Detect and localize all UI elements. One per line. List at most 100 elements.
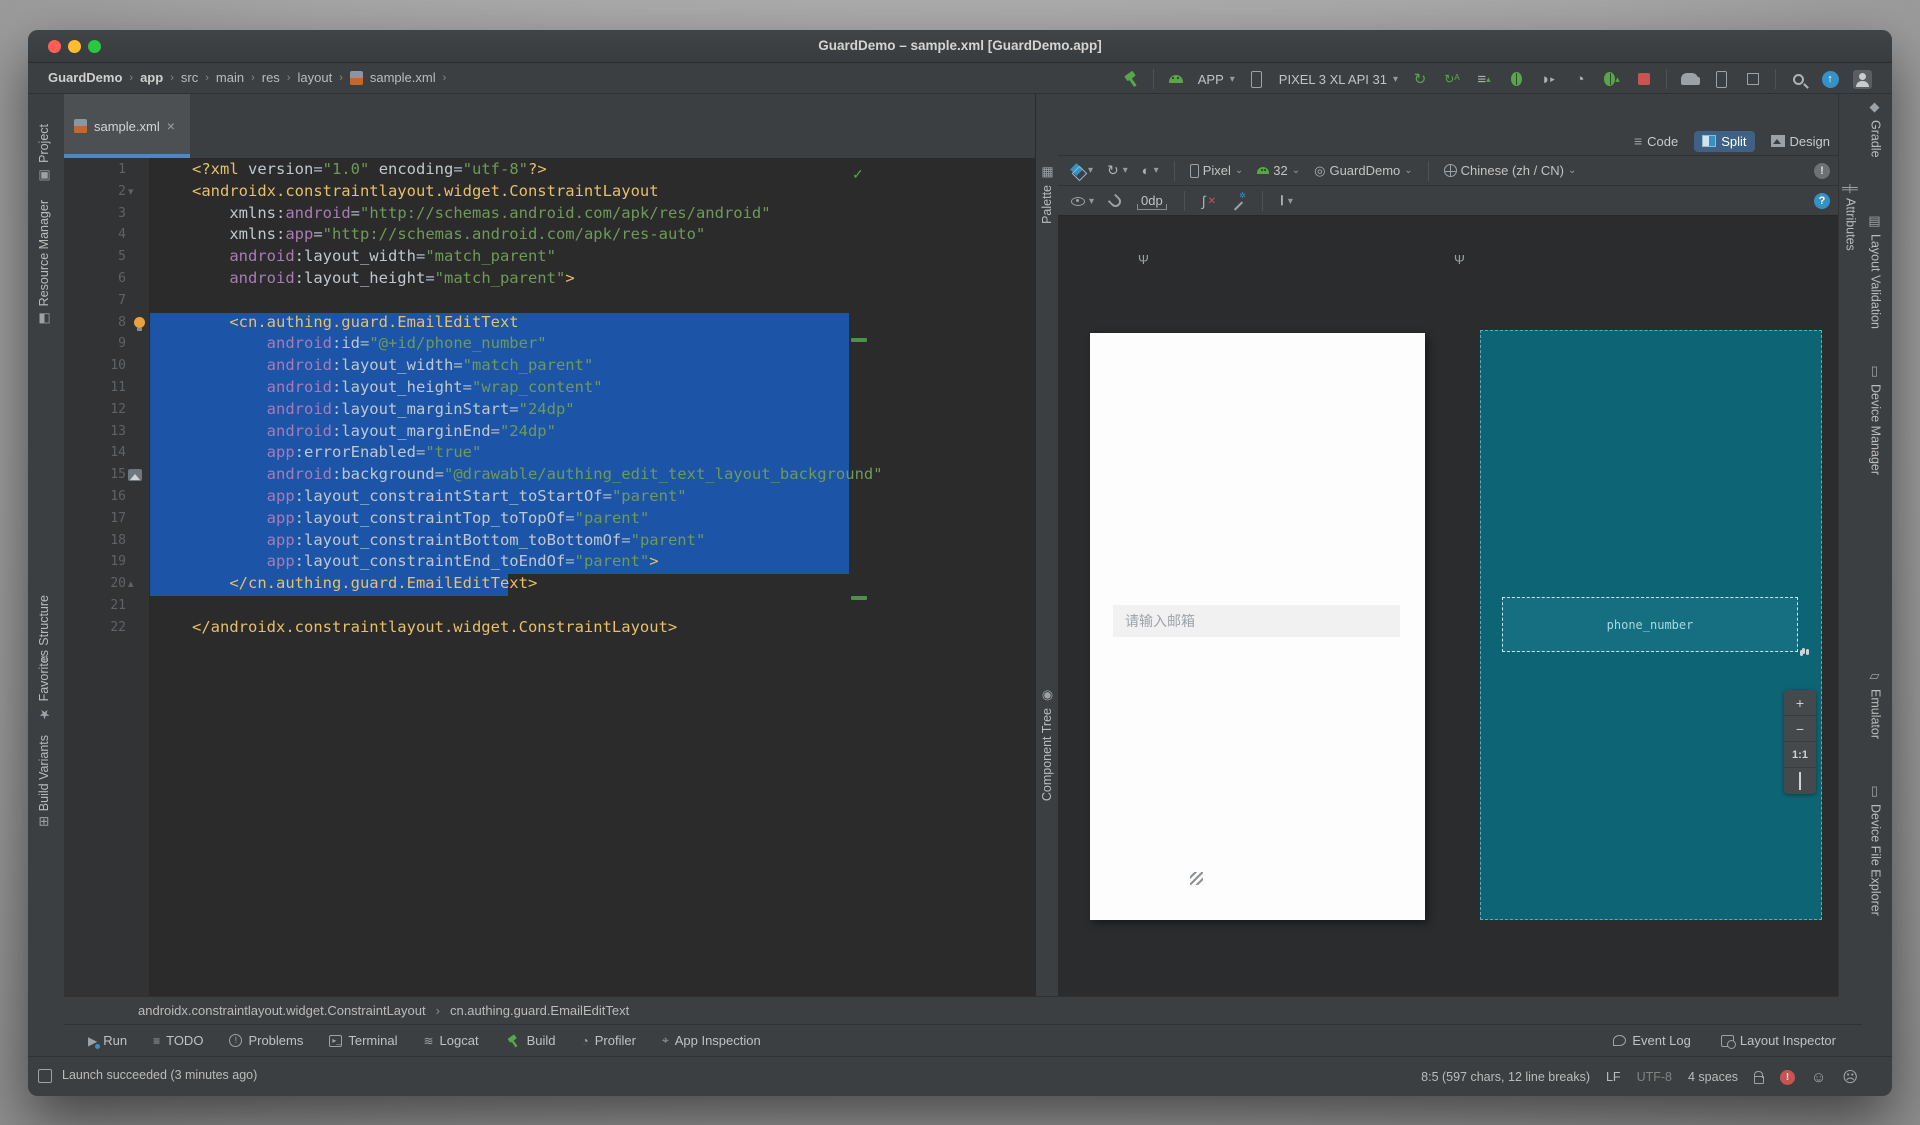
line-number[interactable]: 1 bbox=[86, 162, 126, 177]
code-line[interactable]: app:layout_constraintEnd_toEndOf="parent… bbox=[150, 552, 1035, 574]
sdk-manager-icon[interactable] bbox=[1740, 68, 1766, 90]
code-line[interactable]: android:layout_marginEnd="24dp" bbox=[150, 422, 1035, 444]
gutter-row[interactable]: 22 bbox=[64, 618, 150, 640]
error-notification-icon[interactable]: ! bbox=[1780, 1069, 1796, 1085]
breadcrumb-item-guarddemo[interactable]: GuardDemo bbox=[48, 70, 122, 85]
line-number[interactable]: 13 bbox=[86, 424, 126, 439]
line-number[interactable]: 17 bbox=[86, 511, 126, 526]
line-number[interactable]: 16 bbox=[86, 489, 126, 504]
code-line[interactable]: android:layout_height="wrap_content" bbox=[150, 378, 1035, 400]
code-line[interactable] bbox=[150, 596, 1035, 618]
intention-bulb-icon[interactable] bbox=[134, 316, 145, 331]
gutter-row[interactable]: 6 bbox=[64, 269, 150, 291]
status-message[interactable]: Launch succeeded (3 minutes ago) bbox=[62, 1068, 257, 1082]
sidebar-item-layout-validation[interactable]: ▤ Layout Validation bbox=[1868, 214, 1883, 329]
design-surface-select-icon[interactable]: ▾ bbox=[1066, 162, 1098, 179]
zoom-in-button[interactable]: + bbox=[1784, 690, 1816, 716]
gutter-row[interactable]: 3 bbox=[64, 204, 150, 226]
code-line[interactable]: <androidx.constraintlayout.widget.Constr… bbox=[150, 182, 1035, 204]
profiler-icon[interactable]: ◔ bbox=[1567, 68, 1593, 90]
code-line[interactable]: </cn.authing.guard.EmailEditText> bbox=[150, 574, 1035, 596]
tool-window-button-profiler[interactable]: ◔ Profiler bbox=[582, 1033, 636, 1048]
line-number[interactable]: 6 bbox=[86, 271, 126, 286]
theme-select[interactable]: ◎ GuardDemo ⌄ bbox=[1309, 161, 1418, 181]
code-line[interactable] bbox=[150, 291, 1035, 313]
line-number[interactable]: 21 bbox=[86, 598, 126, 613]
apply-code-changes-icon[interactable]: ↻ᴬ bbox=[1439, 68, 1465, 90]
attach-debugger-icon[interactable]: ◗ ▸ bbox=[1535, 68, 1561, 90]
component-tree-tab[interactable]: ◉ Component Tree bbox=[1039, 688, 1054, 801]
run-profiler-tasks-icon[interactable]: ≡ ▴ bbox=[1471, 68, 1497, 90]
search-everywhere-icon[interactable] bbox=[1785, 68, 1811, 90]
palette-tab[interactable]: ▦ Palette bbox=[1039, 165, 1054, 224]
encoding-widget[interactable]: UTF-8 bbox=[1637, 1070, 1672, 1084]
code-line[interactable]: android:background="@drawable/authing_ed… bbox=[150, 465, 1035, 487]
tab-sample-xml[interactable]: sample.xml × bbox=[64, 94, 190, 158]
breadcrumb-item-layout[interactable]: layout bbox=[297, 70, 332, 85]
sidebar-item-gradle[interactable]: ◆ Gradle bbox=[1868, 100, 1883, 158]
code-line[interactable]: xmlns:app="http://schemas.android.com/ap… bbox=[150, 225, 1035, 247]
help-icon[interactable]: ? bbox=[1814, 193, 1830, 209]
tool-window-button-terminal[interactable]: ▸_ Terminal bbox=[329, 1033, 397, 1048]
line-number[interactable]: 2 bbox=[86, 184, 126, 199]
debug-icon[interactable] bbox=[1503, 68, 1529, 90]
breadcrumb-item-app[interactable]: app bbox=[140, 70, 163, 85]
gutter-row[interactable]: 18 bbox=[64, 531, 150, 553]
target-device-select[interactable]: PIXEL 3 XL API 31 ▾ bbox=[1273, 72, 1404, 87]
gutter-row[interactable]: 13 bbox=[64, 422, 150, 444]
gutter-row[interactable]: 1 bbox=[64, 160, 150, 182]
resize-grip-icon[interactable] bbox=[1190, 872, 1203, 885]
tool-window-button-layout-inspector[interactable]: Layout Inspector bbox=[1720, 1033, 1836, 1049]
fold-marker-icon[interactable]: ▾ bbox=[128, 185, 134, 198]
code-line[interactable]: android:layout_width="match_parent" bbox=[150, 247, 1035, 269]
gutter-row[interactable]: 12 bbox=[64, 400, 150, 422]
tool-window-button-event-log[interactable]: Event Log bbox=[1613, 1033, 1691, 1048]
breadcrumb-item-sample-xml[interactable]: sample.xml bbox=[370, 70, 436, 85]
gutter-row[interactable]: 14 bbox=[64, 443, 150, 465]
close-tab-icon[interactable]: × bbox=[167, 118, 175, 134]
gradle-sync-icon[interactable] bbox=[1676, 68, 1702, 90]
error-stripe-mark[interactable] bbox=[851, 338, 867, 342]
drawable-preview-icon[interactable] bbox=[128, 469, 142, 482]
orientation-icon[interactable]: ↻ ▾ bbox=[1102, 160, 1133, 181]
gutter-row[interactable]: 5 bbox=[64, 247, 150, 269]
line-number[interactable]: 14 bbox=[86, 445, 126, 460]
apply-changes-icon[interactable]: ↻ bbox=[1407, 68, 1433, 90]
design-canvas[interactable]: Ψ Ψ 请输入邮箱 phone_number + − 1:1 bbox=[1058, 216, 1838, 996]
tool-window-button-build[interactable]: Build bbox=[505, 1033, 556, 1049]
line-number[interactable]: 11 bbox=[86, 380, 126, 395]
update-available-icon[interactable]: ↑ bbox=[1817, 68, 1843, 90]
tool-window-button-problems[interactable]: ! Problems bbox=[229, 1033, 303, 1048]
email-edit-text-preview[interactable]: 请输入邮箱 bbox=[1113, 605, 1400, 637]
profile-low-overhead-icon[interactable]: ▴ bbox=[1599, 68, 1625, 90]
build-hammer-icon[interactable] bbox=[1118, 68, 1144, 90]
gutter-row[interactable]: 16 bbox=[64, 487, 150, 509]
night-mode-icon[interactable]: ◐ ▾ bbox=[1137, 161, 1164, 180]
breadcrumb-item-res[interactable]: res bbox=[262, 70, 280, 85]
tool-window-button-app-inspection[interactable]: ⌖ App Inspection bbox=[662, 1033, 761, 1048]
line-number[interactable]: 18 bbox=[86, 533, 126, 548]
mode-design-button[interactable]: Design bbox=[1763, 131, 1838, 152]
tool-window-switcher-icon[interactable] bbox=[38, 1069, 52, 1083]
gutter-line-numbers[interactable]: 1 2 ▾ 3 4 5 6 7 8 9 10 11 12 13 14 15 16 17 18 19 20 ▴ 21 22 bbox=[64, 160, 150, 640]
api-version-select[interactable]: 32 ⌄ bbox=[1252, 161, 1305, 180]
line-number[interactable]: 15 bbox=[86, 467, 126, 482]
render-issues-icon[interactable]: ! bbox=[1814, 162, 1830, 179]
tool-window-button-run[interactable]: ▶ Run bbox=[88, 1033, 127, 1049]
gutter-row[interactable]: 19 bbox=[64, 552, 150, 574]
sidebar-item-emulator[interactable]: ▱ Emulator bbox=[1868, 669, 1883, 739]
sidebar-item-device-file-explorer[interactable]: ▯ Device File Explorer bbox=[1868, 784, 1883, 916]
mode-code-button[interactable]: ≡ Code bbox=[1626, 130, 1686, 152]
editor-breadcrumb-constraintlayout[interactable]: androidx.constraintlayout.widget.Constra… bbox=[138, 1003, 426, 1018]
breadcrumb-item-main[interactable]: main bbox=[216, 70, 244, 85]
mode-split-button[interactable]: Split bbox=[1694, 130, 1755, 152]
code-line[interactable]: android:layout_height="match_parent"> bbox=[150, 269, 1035, 291]
stop-icon[interactable] bbox=[1631, 68, 1657, 90]
gutter-row[interactable]: 9 bbox=[64, 334, 150, 356]
inspections-ok-icon[interactable]: ✓ bbox=[852, 166, 864, 183]
error-stripe-mark[interactable] bbox=[851, 596, 867, 600]
line-number[interactable]: 7 bbox=[86, 293, 126, 308]
line-number[interactable]: 9 bbox=[86, 336, 126, 351]
code-line[interactable]: app:errorEnabled="true" bbox=[150, 443, 1035, 465]
code-line[interactable]: app:layout_constraintBottom_toBottomOf="… bbox=[150, 531, 1035, 553]
